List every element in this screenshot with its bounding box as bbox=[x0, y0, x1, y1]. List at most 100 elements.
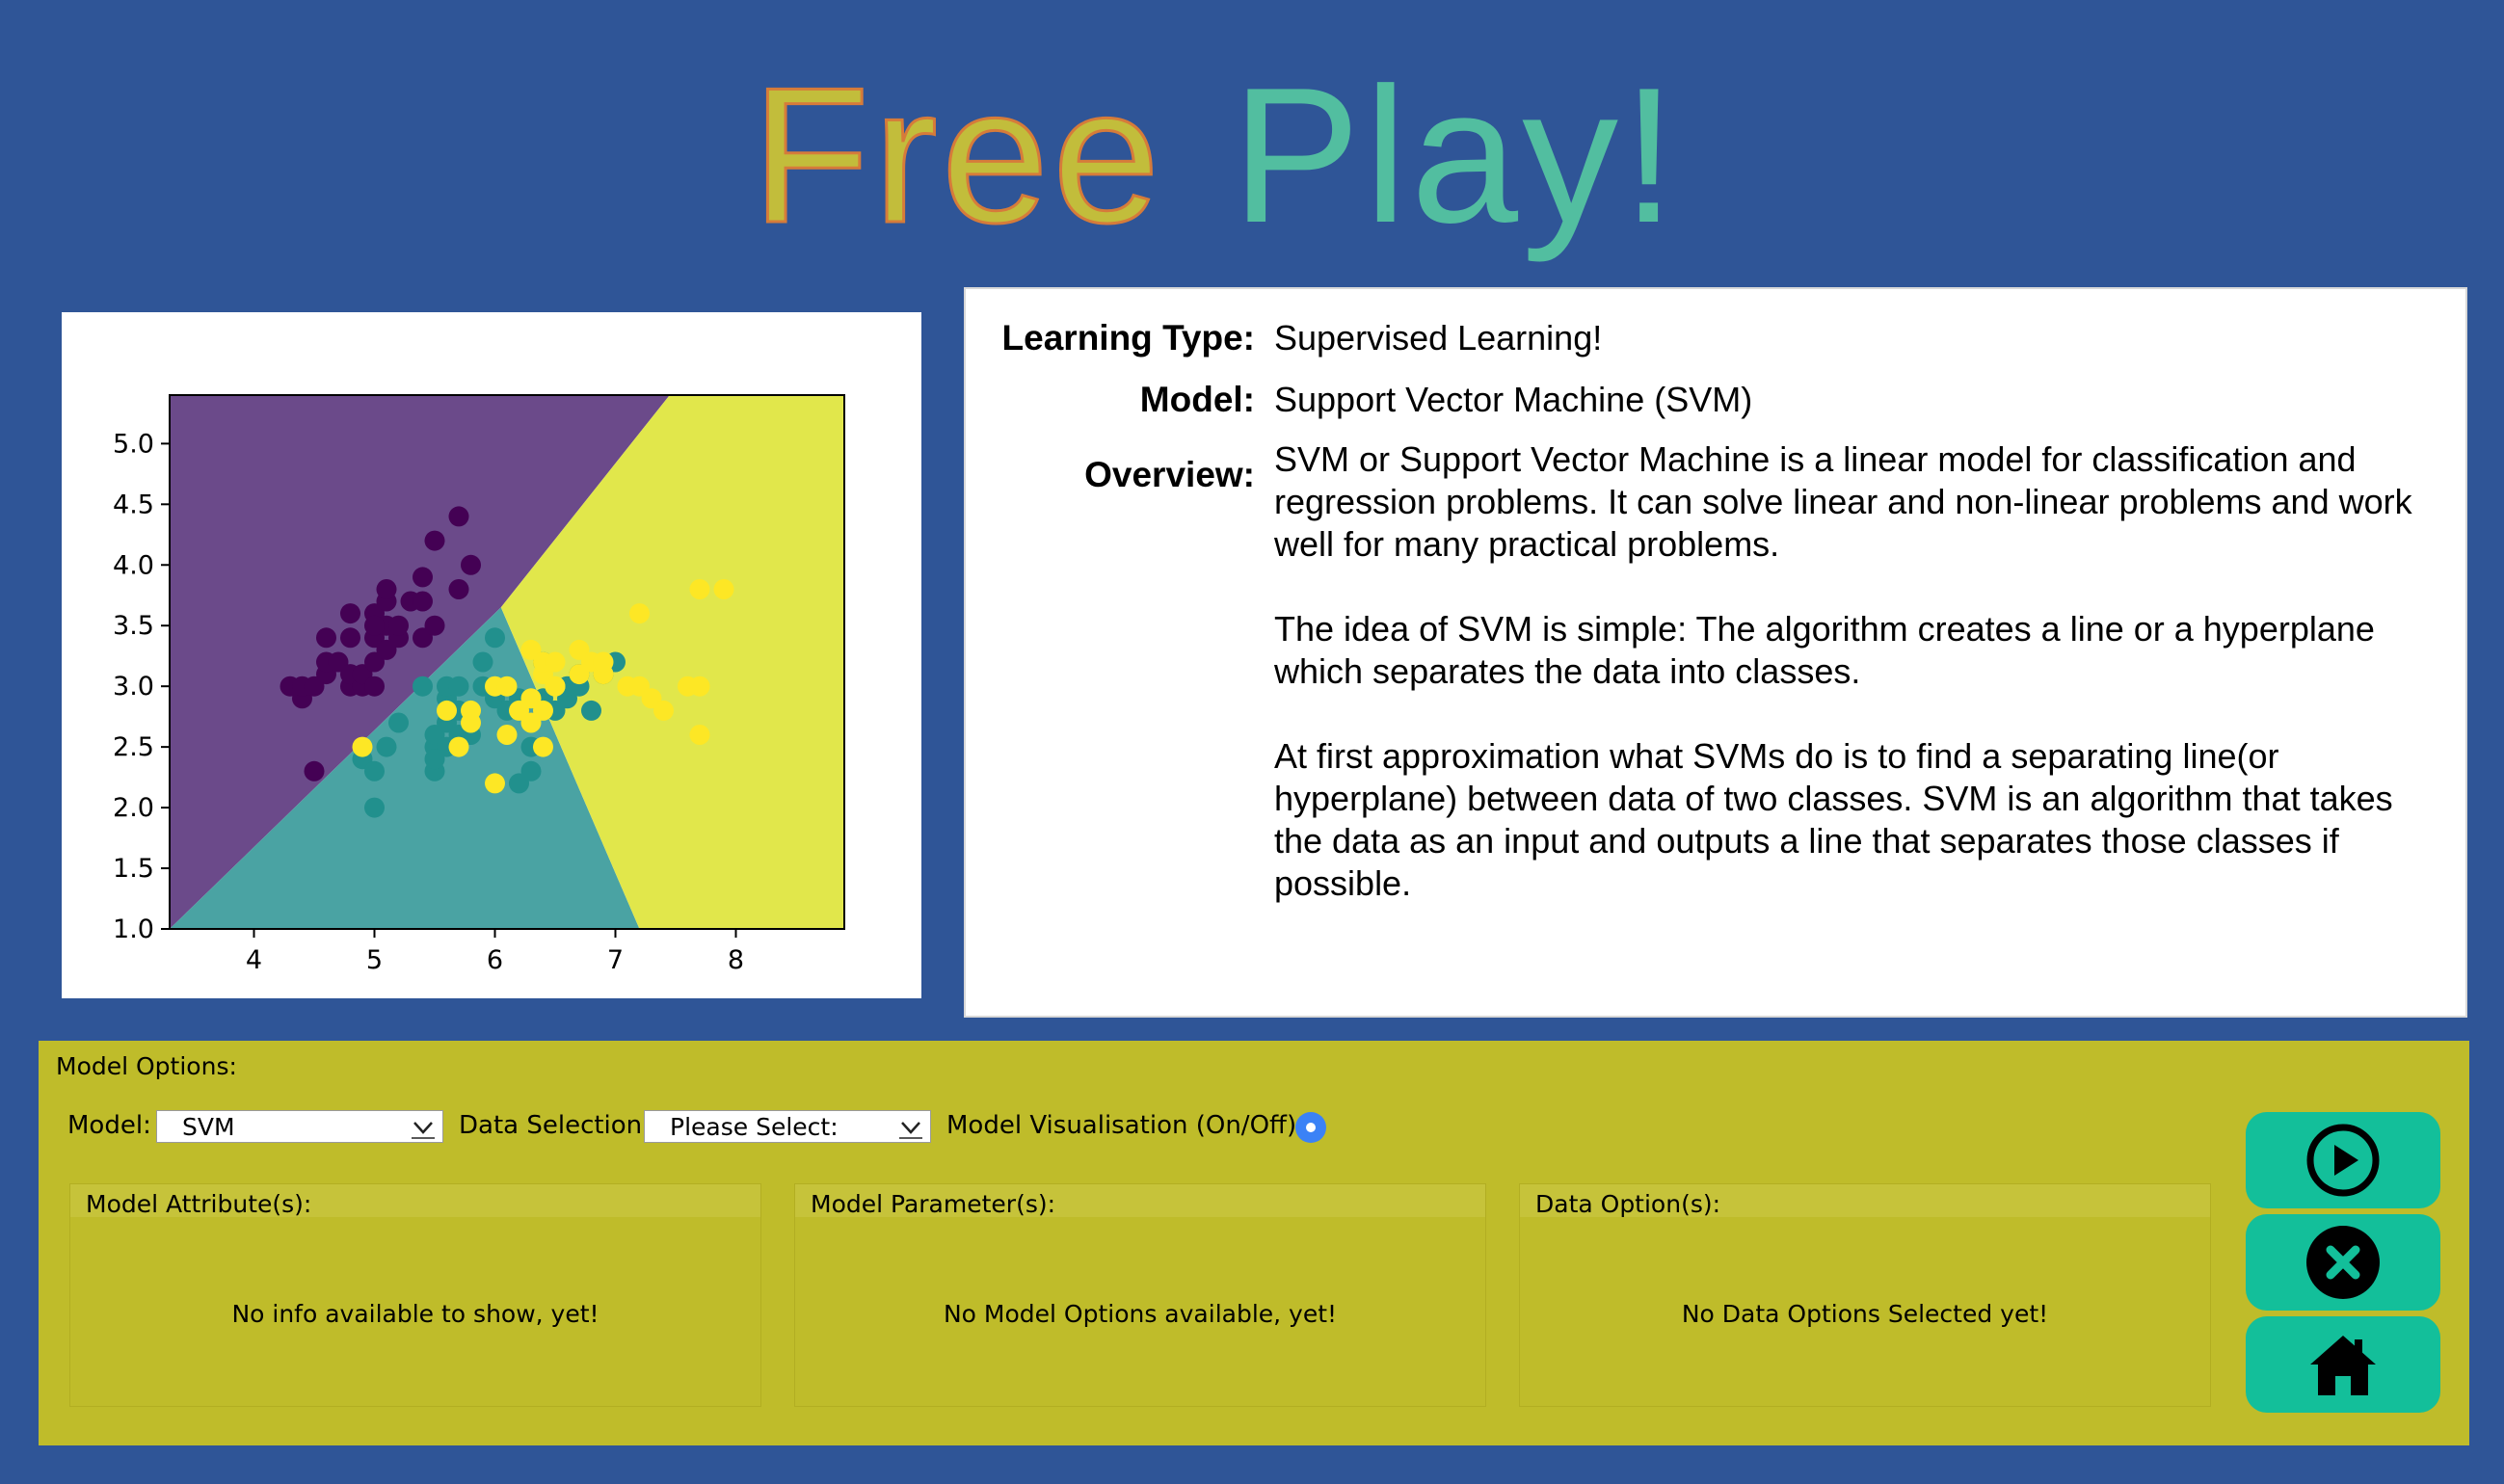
data-options-message: No Data Options Selected yet! bbox=[1681, 1300, 2049, 1328]
data-point-class-0 bbox=[461, 554, 481, 575]
data-point-class-0 bbox=[304, 676, 325, 697]
decision-regions bbox=[170, 395, 844, 929]
overview-line: possible. bbox=[1274, 863, 1412, 903]
home-button[interactable] bbox=[2246, 1316, 2440, 1413]
data-point-class-0 bbox=[448, 506, 469, 527]
data-point-class-0 bbox=[388, 615, 409, 636]
data-selection-select[interactable]: Please Select: bbox=[644, 1110, 931, 1143]
y-tick-label: 3.0 bbox=[113, 672, 154, 702]
data-point-class-2 bbox=[713, 579, 734, 599]
model-label: Model: bbox=[1139, 380, 1255, 419]
close-circle-icon bbox=[2306, 1226, 2380, 1299]
overview-line: The idea of SVM is simple: The algorithm… bbox=[1274, 609, 2375, 649]
data-point-class-2 bbox=[352, 736, 373, 757]
y-tick-label: 1.5 bbox=[113, 854, 154, 884]
model-select-value: SVM bbox=[182, 1113, 235, 1141]
model-value: Support Vector Machine (SVM) bbox=[1274, 380, 1753, 419]
x-tick-label: 5 bbox=[366, 945, 383, 975]
data-point-class-0 bbox=[424, 615, 445, 636]
data-point-class-0 bbox=[448, 579, 469, 599]
data-point-class-2 bbox=[653, 700, 674, 721]
x-tick-label: 7 bbox=[607, 945, 624, 975]
model-parameters-message: No Model Options available, yet! bbox=[943, 1300, 1338, 1328]
data-point-class-2 bbox=[496, 725, 518, 745]
model-select-label: Model: bbox=[67, 1111, 151, 1140]
data-point-class-2 bbox=[545, 676, 566, 697]
data-point-class-1 bbox=[364, 760, 385, 782]
visualisation-radio[interactable] bbox=[1295, 1112, 1326, 1143]
data-point-class-1 bbox=[388, 712, 409, 733]
home-icon bbox=[2310, 1336, 2376, 1395]
data-options-label: Data Option(s): bbox=[1535, 1190, 1721, 1218]
data-point-class-0 bbox=[413, 567, 433, 588]
data-point-class-2 bbox=[533, 736, 553, 757]
decision-boundary-chart: 4 5 6 7 8 1.0 1.5 2.0 2.5 3.0 3.5 4.0 4.5 5.0 bbox=[62, 312, 921, 998]
overview-paragraph-2: The idea of SVM is simple: The algorithm… bbox=[1274, 608, 2440, 693]
y-tick-label: 1.0 bbox=[113, 914, 154, 944]
overview-label: Overview: bbox=[1084, 455, 1255, 494]
data-point-class-2 bbox=[461, 700, 481, 721]
data-point-class-0 bbox=[364, 615, 385, 636]
radio-dot bbox=[1306, 1123, 1316, 1132]
model-info-panel: Learning Type: Supervised Learning! Mode… bbox=[964, 287, 2467, 1018]
data-point-class-2 bbox=[629, 603, 650, 624]
overview-line: hyperplane) between data of two classes.… bbox=[1274, 779, 2393, 818]
data-point-class-0 bbox=[340, 603, 360, 624]
data-point-class-1 bbox=[485, 627, 505, 649]
data-point-class-2 bbox=[485, 773, 505, 794]
model-attributes-group: Model Attribute(s): No info available to… bbox=[69, 1183, 761, 1407]
overview-paragraph-1: SVM or Support Vector Machine is a linea… bbox=[1274, 438, 2440, 566]
data-point-class-2 bbox=[533, 700, 553, 721]
data-point-class-2 bbox=[448, 736, 469, 757]
run-button[interactable] bbox=[2246, 1112, 2440, 1208]
data-point-class-2 bbox=[593, 651, 614, 673]
data-point-class-0 bbox=[413, 591, 433, 612]
y-tick-label: 2.0 bbox=[113, 793, 154, 823]
learning-type-value: Supervised Learning! bbox=[1274, 318, 1603, 358]
overview-line: well for many practical problems. bbox=[1274, 524, 1780, 564]
data-point-class-1 bbox=[376, 736, 397, 757]
data-selection-label: Data Selection: bbox=[459, 1111, 651, 1140]
overview-line: At first approximation what SVMs do is t… bbox=[1274, 736, 2279, 776]
y-tick-label: 2.5 bbox=[113, 732, 154, 762]
overview-line: regression problems. It can solve linear… bbox=[1274, 482, 2412, 521]
x-tick-label: 6 bbox=[487, 945, 503, 975]
title-word-free: Free bbox=[752, 48, 1163, 263]
data-point-class-1 bbox=[472, 651, 493, 673]
learning-type-label: Learning Type: bbox=[1001, 318, 1255, 358]
model-options-panel: Model Options: Model: SVM Data Selection… bbox=[39, 1041, 2469, 1445]
data-point-class-1 bbox=[520, 760, 542, 782]
y-tick-label: 5.0 bbox=[113, 429, 154, 459]
overview-paragraph-3: At first approximation what SVMs do is t… bbox=[1274, 735, 2440, 905]
data-point-class-0 bbox=[304, 760, 325, 782]
title-word-play: Play! bbox=[1232, 48, 1680, 263]
options-title: Model Options: bbox=[56, 1052, 237, 1080]
data-point-class-1 bbox=[581, 700, 601, 721]
visualisation-label: Model Visualisation (On/Off): bbox=[946, 1111, 1305, 1140]
data-point-class-0 bbox=[340, 627, 360, 649]
y-tick-label: 3.5 bbox=[113, 611, 154, 641]
data-point-class-2 bbox=[689, 725, 710, 745]
overview-line: the data as an input and outputs a line … bbox=[1274, 821, 2339, 861]
reset-button[interactable] bbox=[2246, 1214, 2440, 1311]
overview-line: SVM or Support Vector Machine is a linea… bbox=[1274, 439, 2357, 479]
data-point-class-1 bbox=[413, 676, 433, 697]
data-point-class-2 bbox=[496, 676, 518, 697]
page-title: Free Play! bbox=[0, 29, 2504, 289]
model-attributes-message: No info available to show, yet! bbox=[231, 1300, 599, 1328]
data-point-class-2 bbox=[689, 676, 710, 697]
model-select[interactable]: SVM bbox=[156, 1110, 443, 1143]
play-circle-icon bbox=[2306, 1124, 2380, 1197]
chevron-down-icon bbox=[899, 1122, 922, 1139]
data-point-class-2 bbox=[689, 579, 710, 599]
data-options-group: Data Option(s): No Data Options Selected… bbox=[1519, 1183, 2211, 1407]
data-selection-value: Please Select: bbox=[670, 1113, 839, 1141]
data-point-class-1 bbox=[448, 676, 469, 697]
chevron-down-icon bbox=[412, 1122, 435, 1139]
model-attributes-label: Model Attribute(s): bbox=[86, 1190, 312, 1218]
y-tick-label: 4.0 bbox=[113, 550, 154, 580]
data-point-class-0 bbox=[424, 530, 445, 551]
model-parameters-group: Model Parameter(s): No Model Options ava… bbox=[794, 1183, 1486, 1407]
data-point-class-0 bbox=[364, 676, 385, 697]
data-point-class-0 bbox=[376, 579, 397, 599]
